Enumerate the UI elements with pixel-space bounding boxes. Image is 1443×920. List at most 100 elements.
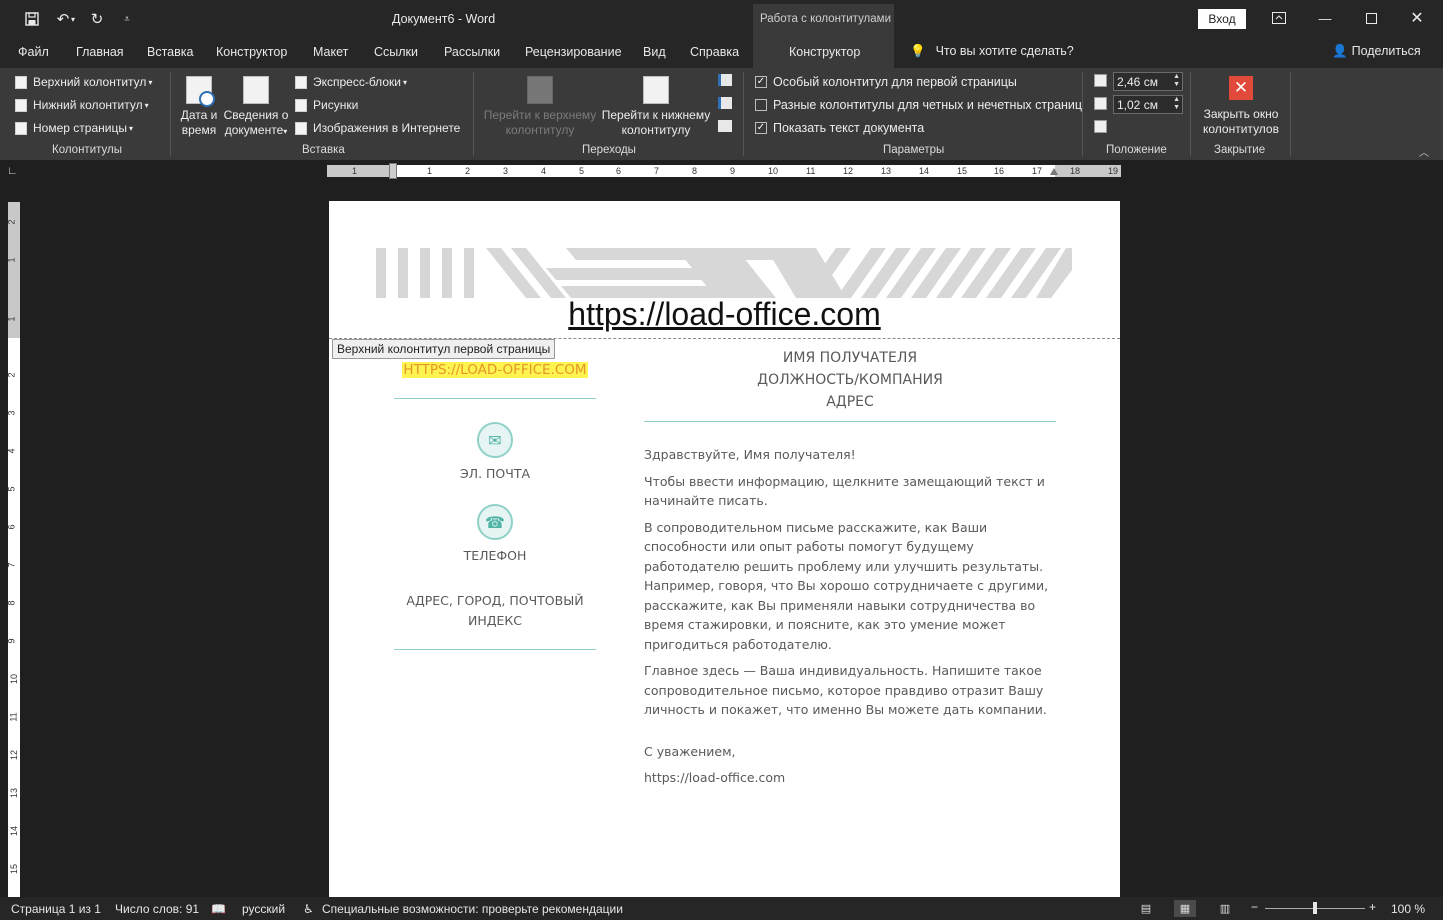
redo-icon[interactable]: ↻ (84, 6, 110, 32)
goto-header-button[interactable]: Перейти к верхнему колонтитулу (481, 76, 599, 138)
left-url-text[interactable]: HTTPS://LOAD-OFFICE.COM (402, 362, 588, 378)
header-position-input[interactable]: 2,46 см ▲ ▼ (1113, 72, 1183, 91)
minimize-icon[interactable]: — (1302, 4, 1348, 32)
tab-hf-design[interactable]: Конструктор (789, 45, 860, 59)
close-header-footer-button[interactable]: ✕ Закрыть окно колонтитулов (1196, 76, 1286, 137)
proofing-icon[interactable]: 📖 (211, 902, 226, 916)
recipient-title[interactable]: ДОЛЖНОСТЬ/КОМПАНИЯ (644, 369, 1056, 391)
ruler-number: 11 (8, 712, 19, 722)
collapse-ribbon-icon[interactable]: ︿ (1419, 144, 1429, 159)
zoom-in-icon[interactable]: + (1369, 900, 1376, 914)
next-section-icon[interactable] (718, 97, 732, 109)
document-page[interactable]: https://load-office.com Верхний колонтит… (329, 201, 1120, 901)
first-page-checkbox[interactable]: ✓ Особый колонтитул для первой страницы (755, 72, 1017, 92)
document-info-label-2: документе (224, 123, 284, 137)
insert-alignment-tab-icon[interactable] (1094, 120, 1107, 133)
recipient-address[interactable]: АДРЕС (644, 391, 1056, 413)
ruler-number: 1 (427, 166, 433, 176)
previous-section-icon[interactable] (718, 74, 732, 86)
tell-me-text: Что вы хотите сделать? (935, 44, 1074, 58)
document-info-button[interactable]: Сведения о документе▾ (221, 76, 291, 139)
address-label[interactable]: АДРЕС, ГОРОД, ПОЧТОВЫЙ ИНДЕКС (394, 591, 596, 631)
save-icon[interactable] (19, 6, 45, 32)
zoom-slider-thumb[interactable] (1313, 902, 1317, 914)
body-paragraph-3[interactable]: Главное здесь — Ваша индивидуальность. Н… (644, 661, 1056, 720)
quick-parts-button[interactable]: Экспресс-блоки ▾ (295, 72, 407, 92)
customize-quick-access-icon[interactable]: ⩡ (114, 6, 140, 32)
ruler-number: 5 (6, 486, 17, 492)
word-count[interactable]: Число слов: 91 (115, 902, 199, 916)
footer-button[interactable]: Нижний колонтитул ▾ (15, 95, 149, 115)
header-url-text[interactable]: https://load-office.com (329, 296, 1120, 333)
ruler-number: 18 (1070, 166, 1081, 176)
quick-parts-label: Экспресс-блоки (313, 75, 401, 89)
greeting-text[interactable]: Здравствуйте, Имя получателя! (644, 445, 1056, 465)
date-time-button[interactable]: Дата и время (178, 76, 220, 138)
link-to-previous-icon[interactable] (718, 120, 732, 132)
language[interactable]: русский (242, 902, 285, 916)
email-label[interactable]: ЭЛ. ПОЧТА (394, 466, 596, 481)
phone-label[interactable]: ТЕЛЕФОН (394, 548, 596, 563)
tab-references[interactable]: Ссылки (374, 45, 418, 59)
share-label: Поделиться (1351, 44, 1421, 58)
empty-checkbox-icon (755, 99, 767, 111)
zoom-level[interactable]: 100 % (1391, 902, 1425, 916)
footer-position-input[interactable]: 1,02 см ▲ ▼ (1113, 95, 1183, 114)
sign-in-button[interactable]: Вход (1198, 9, 1246, 29)
tab-help[interactable]: Справка (690, 45, 739, 59)
tab-selector-icon[interactable]: ∟ (7, 165, 22, 180)
ruler-number: 11 (806, 166, 816, 176)
undo-dropdown-icon[interactable]: ▾ (66, 6, 80, 32)
accessibility-status[interactable]: Специальные возможности: проверьте реком… (322, 902, 623, 916)
tab-mailings[interactable]: Рассылки (444, 45, 500, 59)
tab-review[interactable]: Рецензирование (525, 45, 622, 59)
horizontal-ruler[interactable]: 1 1 2 3 4 5 6 7 8 9 10 11 12 13 14 15 16 17 18 19 (327, 163, 1121, 179)
ruler-number: 3 (503, 166, 509, 176)
tab-file[interactable]: Файл (18, 45, 49, 59)
body-paragraph-1[interactable]: Чтобы ввести информацию, щелкните замеща… (644, 472, 1056, 511)
spinner-arrows-icon[interactable]: ▲ ▼ (1173, 96, 1180, 112)
tab-view[interactable]: Вид (643, 45, 666, 59)
indent-marker-icon[interactable] (389, 163, 397, 179)
closing-text[interactable]: С уважением, (644, 742, 1056, 762)
signature-text[interactable]: https://load-office.com (644, 768, 1056, 788)
header-button[interactable]: Верхний колонтитул ▾ (15, 72, 152, 92)
online-pictures-button[interactable]: Изображения в Интернете (295, 118, 460, 138)
zoom-out-icon[interactable]: − (1251, 900, 1258, 914)
odd-even-checkbox[interactable]: Разные колонтитулы для четных и нечетных… (755, 95, 1082, 115)
ruler-number: 1 (352, 166, 358, 176)
ribbon-display-options-icon[interactable] (1256, 4, 1302, 32)
right-indent-marker-icon[interactable] (1050, 168, 1058, 175)
pictures-button[interactable]: Рисунки (295, 95, 358, 115)
close-label-2: колонтитулов (1203, 122, 1279, 136)
document-info-label-2-wrap: документе▾ (221, 123, 291, 139)
goto-footer-button[interactable]: Перейти к нижнему колонтитулу (598, 76, 714, 138)
page-count[interactable]: Страница 1 из 1 (11, 902, 101, 916)
tab-design[interactable]: Конструктор (216, 45, 287, 59)
ruler-number: 7 (6, 562, 17, 568)
date-time-label-2: время (181, 123, 217, 137)
close-x-icon: ✕ (1229, 76, 1253, 100)
tell-me-box[interactable]: 💡 Что вы хотите сделать? (910, 44, 1074, 59)
tab-insert[interactable]: Вставка (147, 45, 193, 59)
page-number-button[interactable]: Номер страницы ▾ (15, 118, 133, 138)
spinner-arrows-icon[interactable]: ▲ ▼ (1173, 73, 1180, 89)
close-window-icon[interactable]: ✕ (1394, 4, 1440, 32)
web-layout-icon[interactable]: ▥ (1214, 900, 1236, 917)
share-button[interactable]: 👤 Поделиться (1332, 44, 1421, 59)
read-mode-icon[interactable]: ▤ (1135, 900, 1157, 917)
goto-header-label-2: колонтитулу (505, 123, 575, 137)
print-layout-icon[interactable]: ▦ (1174, 900, 1196, 917)
tab-layout[interactable]: Макет (313, 45, 348, 59)
chevron-down-icon: ▾ (283, 127, 288, 136)
tab-home[interactable]: Главная (76, 45, 124, 59)
vertical-ruler[interactable]: 2 1 1 2 3 4 5 6 7 8 9 10 11 12 13 14 15 (6, 202, 20, 897)
recipient-name[interactable]: ИМЯ ПОЛУЧАТЕЛЯ (644, 347, 1056, 369)
header-stripe-graphic (376, 248, 1072, 298)
maximize-icon[interactable] (1348, 4, 1394, 32)
ruler-number: 8 (692, 166, 698, 176)
show-text-checkbox[interactable]: ✓ Показать текст документа (755, 118, 924, 138)
group-separator (1190, 72, 1191, 156)
accessibility-icon: ♿ (303, 902, 314, 916)
body-paragraph-2[interactable]: В сопроводительном письме расскажите, ка… (644, 518, 1056, 655)
